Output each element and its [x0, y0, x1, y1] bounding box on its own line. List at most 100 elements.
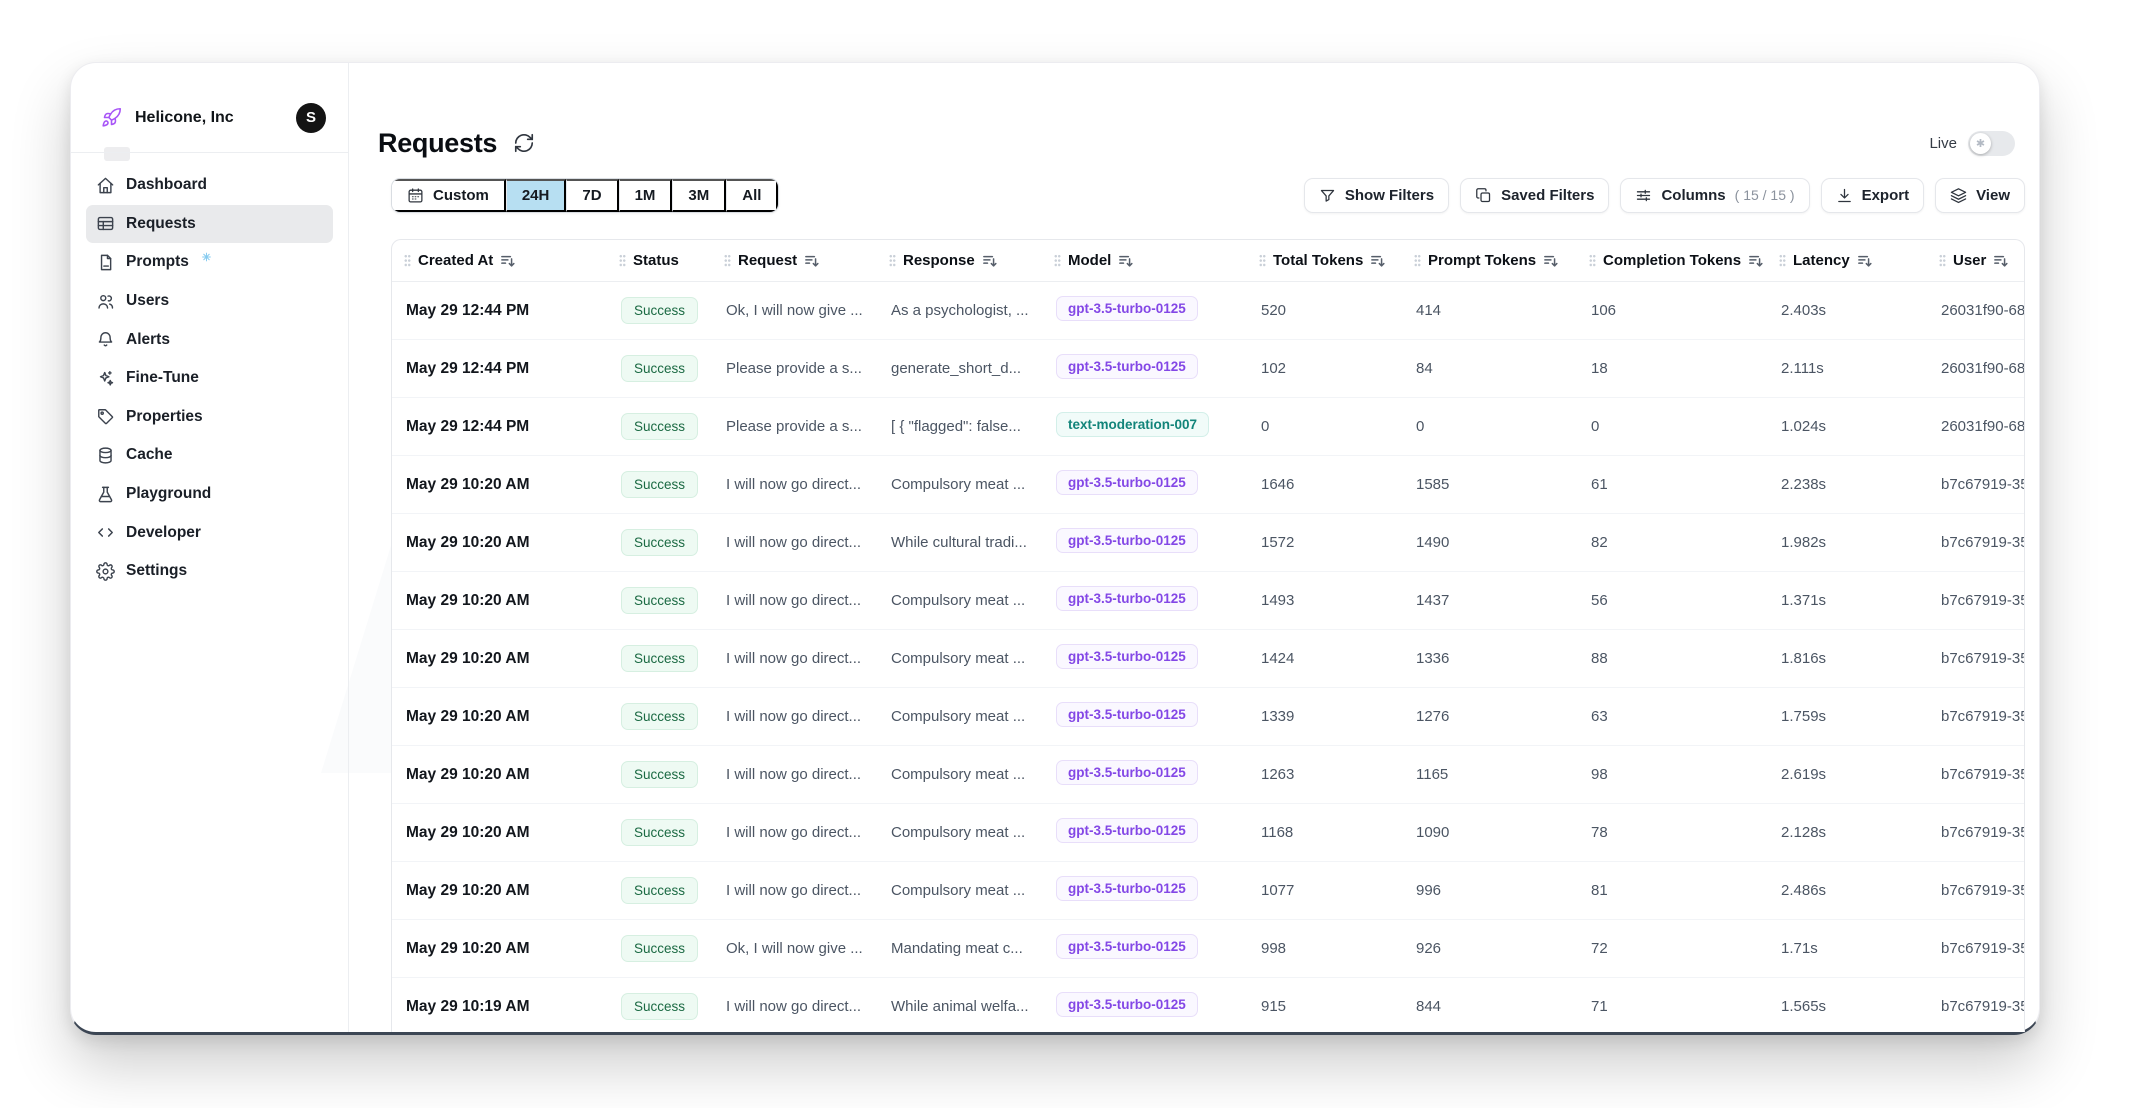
drag-handle-icon[interactable]	[619, 254, 626, 267]
column-label: Status	[633, 252, 679, 269]
column-header-user[interactable]: User	[1927, 240, 2024, 281]
model-badge: gpt-3.5-turbo-0125	[1056, 876, 1198, 901]
table-row[interactable]: May 29 10:20 AMSuccessI will now go dire…	[392, 514, 2024, 572]
column-header-latency[interactable]: Latency	[1767, 240, 1927, 281]
cell-model: gpt-3.5-turbo-0125	[1042, 296, 1247, 325]
sort-icon[interactable]	[982, 253, 998, 269]
cell-prompt-tokens: 1437	[1402, 592, 1577, 609]
time-range-1m[interactable]: 1M	[619, 179, 673, 212]
drag-handle-icon[interactable]	[404, 254, 411, 267]
table-row[interactable]: May 29 10:20 AMSuccessI will now go dire…	[392, 572, 2024, 630]
cell-created-at: May 29 10:20 AM	[392, 476, 607, 494]
sidebar-item-label: Alerts	[126, 331, 170, 349]
view-button[interactable]: View	[1935, 178, 2025, 213]
sort-icon[interactable]	[1118, 253, 1134, 269]
time-range-24h[interactable]: 24H	[506, 179, 567, 212]
column-header-request[interactable]: Request	[712, 240, 877, 281]
sidebar-item-alerts[interactable]: Alerts	[86, 320, 333, 359]
sidebar-item-users[interactable]: Users	[86, 282, 333, 321]
status-badge: Success	[621, 703, 698, 730]
model-badge: gpt-3.5-turbo-0125	[1056, 644, 1198, 669]
drag-handle-icon[interactable]	[1939, 254, 1946, 267]
table-row[interactable]: May 29 12:44 PMSuccessPlease provide a s…	[392, 340, 2024, 398]
table-row[interactable]: May 29 12:44 PMSuccessOk, I will now giv…	[392, 282, 2024, 340]
table-row[interactable]: May 29 12:44 PMSuccessPlease provide a s…	[392, 398, 2024, 456]
cell-user: 26031f90-68	[1927, 360, 2024, 377]
table-row[interactable]: May 29 10:20 AMSuccessI will now go dire…	[392, 746, 2024, 804]
time-range-label: 3M	[688, 187, 709, 204]
time-range-selector: Custom24H7D 1M 3M All	[391, 178, 779, 213]
drag-handle-icon[interactable]	[1779, 254, 1786, 267]
table-row[interactable]: May 29 10:20 AMSuccessOk, I will now giv…	[392, 920, 2024, 978]
sort-icon[interactable]	[1993, 253, 2009, 269]
table-row[interactable]: May 29 10:20 AMSuccessI will now go dire…	[392, 688, 2024, 746]
sidebar-item-properties[interactable]: Properties	[86, 398, 333, 437]
sidebar-item-label: Cache	[126, 446, 173, 464]
cell-created-at: May 29 12:44 PM	[392, 302, 607, 320]
users-icon	[96, 292, 115, 311]
cell-request: I will now go direct...	[712, 766, 877, 783]
time-range-all[interactable]: All	[726, 179, 778, 212]
cell-user: b7c67919-35	[1927, 766, 2024, 783]
table-row[interactable]: May 29 10:20 AMSuccessI will now go dire…	[392, 456, 2024, 514]
drag-handle-icon[interactable]	[1589, 254, 1596, 267]
column-header-completion-tokens[interactable]: Completion Tokens	[1577, 240, 1767, 281]
column-header-prompt-tokens[interactable]: Prompt Tokens	[1402, 240, 1577, 281]
cell-total-tokens: 915	[1247, 998, 1402, 1015]
cell-request: I will now go direct...	[712, 998, 877, 1015]
sort-icon[interactable]	[804, 253, 820, 269]
saved-filters-button[interactable]: Saved Filters	[1460, 178, 1609, 213]
cell-completion-tokens: 18	[1577, 360, 1767, 377]
sidebar-item-label: Users	[126, 292, 169, 310]
sidebar-item-cache[interactable]: Cache	[86, 436, 333, 475]
sidebar-item-fine-tune[interactable]: Fine-Tune	[86, 359, 333, 398]
table-row[interactable]: May 29 10:20 AMSuccessI will now go dire…	[392, 804, 2024, 862]
time-range-label: 1M	[635, 187, 656, 204]
column-header-response[interactable]: Response	[877, 240, 1042, 281]
drag-handle-icon[interactable]	[724, 254, 731, 267]
cell-latency: 1.371s	[1767, 592, 1927, 609]
live-control: Live ✱	[1929, 131, 2015, 156]
sort-icon[interactable]	[1543, 253, 1559, 269]
time-range-custom[interactable]: Custom	[392, 179, 506, 212]
column-header-status[interactable]: Status	[607, 240, 712, 281]
sidebar-item-dashboard[interactable]: Dashboard	[86, 166, 333, 205]
sidebar-item-settings[interactable]: Settings	[86, 552, 333, 591]
drag-handle-icon[interactable]	[1414, 254, 1421, 267]
status-badge: Success	[621, 993, 698, 1020]
table-row[interactable]: May 29 10:20 AMSuccessI will now go dire…	[392, 630, 2024, 688]
time-range-3m[interactable]: 3M	[672, 179, 726, 212]
export-button[interactable]: Export	[1821, 178, 1925, 213]
live-toggle[interactable]: ✱	[1968, 131, 2015, 156]
columns-button[interactable]: Columns( 15 / 15 )	[1620, 178, 1809, 213]
sidebar-item-requests[interactable]: Requests	[86, 205, 333, 244]
cell-created-at: May 29 10:20 AM	[392, 882, 607, 900]
refresh-button[interactable]	[513, 132, 535, 154]
model-badge: gpt-3.5-turbo-0125	[1056, 296, 1198, 321]
sort-icon[interactable]	[1370, 253, 1386, 269]
cell-response: [ { "flagged": false...	[877, 418, 1042, 435]
sidebar-item-prompts[interactable]: Prompts✳	[86, 243, 333, 282]
time-range-7d[interactable]: 7D	[566, 179, 618, 212]
cell-request: Please provide a s...	[712, 418, 877, 435]
cell-user: b7c67919-35	[1927, 882, 2024, 899]
column-header-created-at[interactable]: Created At	[392, 240, 607, 281]
drag-handle-icon[interactable]	[1259, 254, 1266, 267]
show-filters-button[interactable]: Show Filters	[1304, 178, 1449, 213]
sidebar-item-developer[interactable]: Developer	[86, 513, 333, 552]
sidebar-item-playground[interactable]: Playground	[86, 475, 333, 514]
toggle-knob[interactable]: ✱	[1970, 133, 1991, 154]
column-header-model[interactable]: Model	[1042, 240, 1247, 281]
table-row[interactable]: May 29 10:20 AMSuccessI will now go dire…	[392, 862, 2024, 920]
org-switcher[interactable]: Helicone, Inc S	[71, 63, 348, 153]
sort-icon[interactable]	[1748, 253, 1764, 269]
avatar[interactable]: S	[296, 103, 326, 133]
table-row[interactable]: May 29 10:19 AMSuccessI will now go dire…	[392, 978, 2024, 1032]
column-header-total-tokens[interactable]: Total Tokens	[1247, 240, 1402, 281]
sort-icon[interactable]	[500, 253, 516, 269]
sort-icon[interactable]	[1857, 253, 1873, 269]
drag-handle-icon[interactable]	[889, 254, 896, 267]
cell-latency: 1.024s	[1767, 418, 1927, 435]
cell-latency: 1.565s	[1767, 998, 1927, 1015]
drag-handle-icon[interactable]	[1054, 254, 1061, 267]
